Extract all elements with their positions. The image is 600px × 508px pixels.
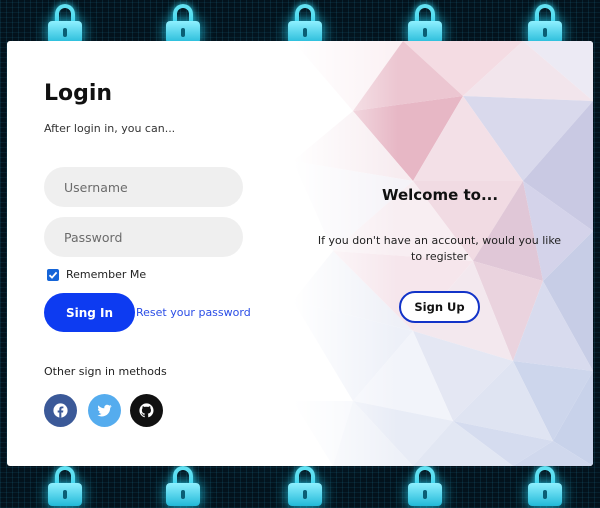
welcome-title: Welcome to... [381, 186, 499, 204]
reset-password-link[interactable]: Reset your password [136, 306, 251, 319]
lock-icon [528, 4, 562, 44]
lock-icon [48, 466, 82, 506]
lock-icon [408, 466, 442, 506]
twitter-button[interactable] [88, 394, 121, 427]
facebook-button[interactable] [44, 394, 77, 427]
lock-icon [48, 4, 82, 44]
remember-me-label: Remember Me [66, 268, 147, 281]
remember-me-checkbox[interactable] [47, 268, 59, 281]
github-button[interactable] [130, 394, 163, 427]
twitter-icon [97, 404, 112, 417]
lock-icon [288, 466, 322, 506]
sign-in-button[interactable]: Sing In [44, 293, 135, 332]
lock-icon [166, 466, 200, 506]
lock-icon [528, 466, 562, 506]
password-input[interactable] [44, 217, 243, 257]
github-icon [139, 403, 154, 418]
welcome-text: If you don't have an account, would you … [317, 234, 562, 263]
remember-me[interactable]: Remember Me [47, 268, 146, 281]
page-title: Login [44, 81, 113, 106]
lock-icon [288, 4, 322, 44]
sign-up-button[interactable]: Sign Up [399, 291, 480, 323]
lock-icon [408, 4, 442, 44]
lock-icon [166, 4, 200, 44]
other-methods-label: Other sign in methods [44, 365, 167, 378]
facebook-icon [53, 403, 68, 418]
check-icon [48, 271, 58, 279]
login-card: Login After login in, you can... Remembe… [7, 41, 593, 466]
login-subtitle: After login in, you can... [44, 122, 176, 135]
login-panel: Login After login in, you can... Remembe… [7, 41, 297, 466]
